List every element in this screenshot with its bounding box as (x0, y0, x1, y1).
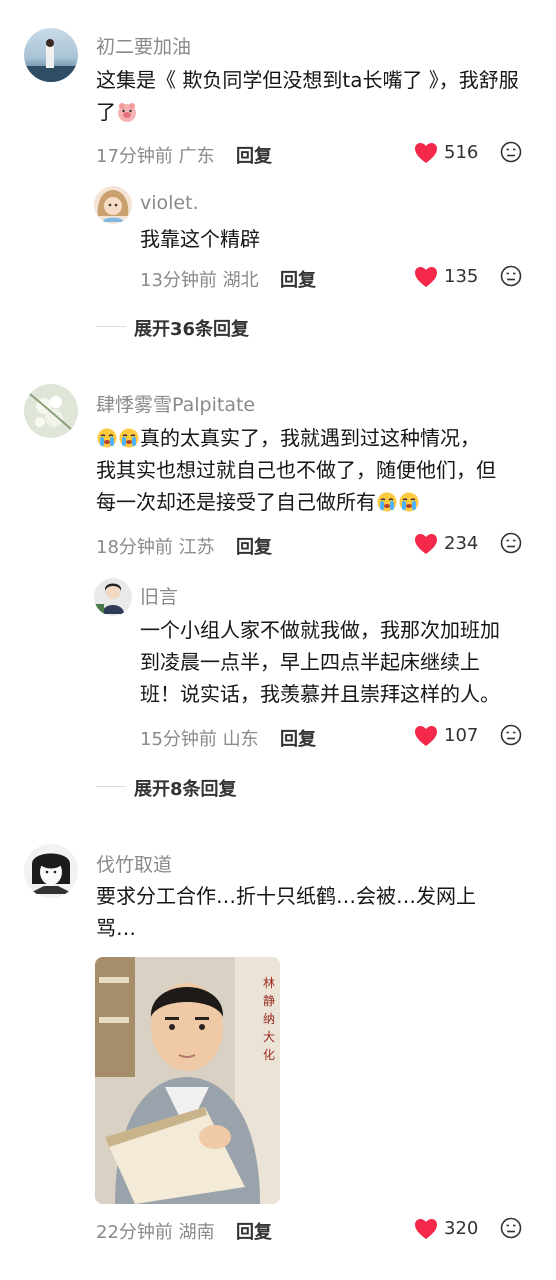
reply-meta: 13分钟前 湖北 (140, 266, 259, 292)
region: 广东 (178, 146, 215, 167)
comment-text: 要求分工合作…折十只纸鹤…会被…发网上 骂… (96, 880, 536, 944)
attached-photo[interactable]: 林 静 纳 大 化 (95, 957, 280, 1204)
crying-emoji (399, 492, 419, 512)
comment-line-2: 骂… (96, 916, 136, 940)
timestamp: 17分钟前 (96, 146, 173, 167)
expand-replies-button[interactable]: 展开8条回复 (134, 775, 237, 801)
heart-icon[interactable] (414, 142, 438, 164)
reply-line-3: 班！说实话，我羡慕并且崇拜这样的人。 (140, 682, 500, 706)
crying-emoji (119, 428, 139, 448)
svg-text:纳: 纳 (263, 1012, 275, 1026)
comment-line-1: 要求分工合作…折十只纸鹤…会被…发网上 (96, 884, 476, 908)
dislike-icon[interactable] (500, 532, 522, 554)
timestamp: 18分钟前 (96, 537, 173, 558)
reply-button[interactable]: 回复 (236, 1218, 272, 1244)
comment-meta: 18分钟前 江苏 (96, 533, 215, 559)
region: 江苏 (178, 537, 215, 558)
avatar[interactable] (24, 28, 78, 82)
like-count: 234 (444, 533, 479, 554)
dislike-icon[interactable] (500, 141, 522, 163)
svg-text:林: 林 (263, 976, 275, 990)
comment-line-1: 真的太真实了，我就遇到过这种情况， (96, 422, 536, 454)
reply-button[interactable]: 回复 (236, 142, 272, 168)
username[interactable]: violet. (140, 192, 199, 214)
svg-text:化: 化 (263, 1048, 275, 1062)
svg-text:静: 静 (263, 994, 275, 1008)
reply-line-2: 到凌晨一点半，早上四点半起床继续上 (140, 650, 480, 674)
crying-emoji (97, 428, 117, 448)
avatar[interactable] (94, 186, 132, 224)
avatar[interactable] (24, 384, 78, 438)
like-count: 320 (444, 1218, 479, 1239)
username[interactable]: 初二要加油 (96, 32, 191, 59)
dislike-icon[interactable] (500, 1217, 522, 1239)
comment-line-2: 我其实也想过就自己也不做了，随便他们，但 (96, 458, 496, 482)
reply-line-1: 一个小组人家不做就我做，我那次加班加 (140, 618, 500, 642)
timestamp: 22分钟前 (96, 1222, 173, 1243)
like-count: 135 (444, 266, 479, 287)
svg-text:大: 大 (263, 1030, 275, 1044)
region: 湖北 (222, 270, 259, 291)
reply-text: 一个小组人家不做就我做，我那次加班加 到凌晨一点半，早上四点半起床继续上 班！说… (140, 614, 540, 710)
crying-emoji (377, 492, 397, 512)
divider (96, 786, 126, 787)
comment-text: 这集是《 欺负同学但没想到ta长嘴了 》，我舒服了 (96, 68, 519, 124)
username[interactable]: 伐竹取道 (96, 850, 172, 877)
region: 湖南 (178, 1222, 215, 1243)
heart-icon[interactable] (414, 1218, 438, 1240)
heart-icon[interactable] (414, 533, 438, 555)
avatar[interactable] (94, 578, 132, 616)
avatar[interactable] (24, 844, 78, 898)
reply-button[interactable]: 回复 (280, 725, 316, 751)
username[interactable]: 旧言 (140, 582, 178, 609)
reply-button[interactable]: 回复 (236, 533, 272, 559)
reply-text: 我靠这个精辟 (140, 227, 260, 251)
expand-replies-button[interactable]: 展开36条回复 (134, 315, 249, 341)
pig-face-emoji (118, 103, 136, 122)
dislike-icon[interactable] (500, 724, 522, 746)
comment-meta: 22分钟前 湖南 (96, 1218, 215, 1244)
username[interactable]: 肆悸雾雪Palpitate (96, 390, 255, 417)
comment-text: 真的太真实了，我就遇到过这种情况， 我其实也想过就自己也不做了，随便他们，但 每… (96, 422, 536, 518)
timestamp: 13分钟前 (140, 270, 217, 291)
like-count: 516 (444, 142, 479, 163)
comment-meta: 17分钟前 广东 (96, 142, 215, 168)
region: 山东 (222, 729, 259, 750)
divider (96, 326, 126, 327)
like-count: 107 (444, 725, 479, 746)
reply-button[interactable]: 回复 (280, 266, 316, 292)
dislike-icon[interactable] (500, 265, 522, 287)
comment-line-3: 每一次却还是接受了自己做所有 (96, 486, 536, 518)
reply-meta: 15分钟前 山东 (140, 725, 259, 751)
timestamp: 15分钟前 (140, 729, 217, 750)
heart-icon[interactable] (414, 266, 438, 288)
heart-icon[interactable] (414, 725, 438, 747)
